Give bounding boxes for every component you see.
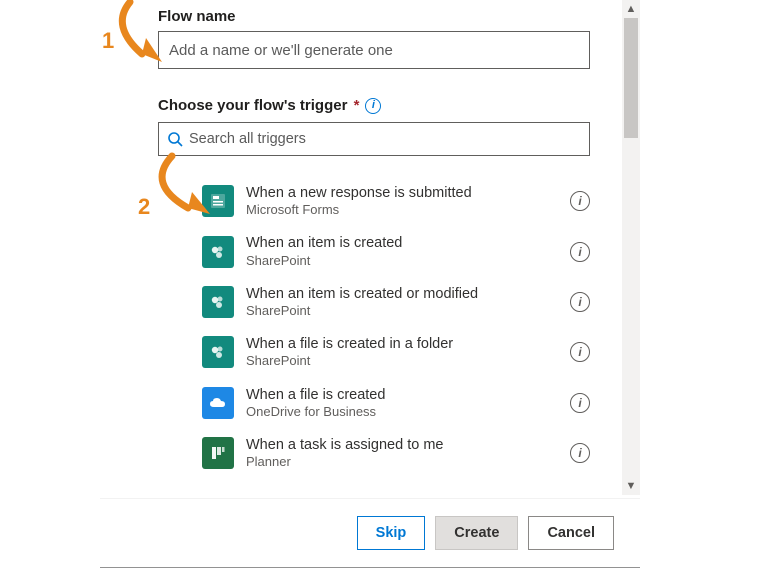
trigger-row-planner[interactable]: When a task is assigned to me Planner i — [202, 428, 590, 478]
required-asterisk: * — [354, 97, 360, 114]
trigger-row-onedrive[interactable]: When a file is created OneDrive for Busi… — [202, 378, 590, 428]
annotation-number-2: 2 — [138, 194, 150, 220]
info-icon[interactable]: i — [570, 242, 590, 262]
trigger-title: When a task is assigned to me — [246, 436, 558, 454]
trigger-title: When an item is created or modified — [246, 285, 558, 303]
planner-icon — [202, 437, 234, 469]
trigger-subtitle: SharePoint — [246, 303, 558, 319]
trigger-section-label: Choose your flow's trigger * — [158, 97, 359, 114]
trigger-row-sharepoint[interactable]: When a file is created in a folder Share… — [202, 327, 590, 377]
info-icon[interactable]: i — [570, 342, 590, 362]
forms-icon — [202, 185, 234, 217]
create-button[interactable]: Create — [435, 516, 518, 550]
trigger-row-sharepoint[interactable]: When an item is created SharePoint i — [202, 226, 590, 276]
scrollbar[interactable]: ▲ ▼ — [622, 0, 640, 495]
flow-name-input[interactable] — [158, 31, 590, 69]
search-box[interactable] — [158, 122, 590, 156]
trigger-title: When a file is created in a folder — [246, 335, 558, 353]
dialog-content: Flow name Choose your flow's trigger * i — [100, 0, 640, 495]
info-icon[interactable]: i — [365, 98, 381, 114]
trigger-title: When an item is created — [246, 234, 558, 252]
onedrive-icon — [202, 387, 234, 419]
cancel-button[interactable]: Cancel — [528, 516, 614, 550]
trigger-subtitle: Microsoft Forms — [246, 202, 558, 218]
trigger-row-sharepoint[interactable]: When an item is created or modified Shar… — [202, 277, 590, 327]
trigger-subtitle: OneDrive for Business — [246, 404, 558, 420]
trigger-subtitle: SharePoint — [246, 353, 558, 369]
sharepoint-icon — [202, 336, 234, 368]
trigger-title: When a new response is submitted — [246, 184, 558, 202]
info-icon[interactable]: i — [570, 191, 590, 211]
trigger-title: When a file is created — [246, 386, 558, 404]
scroll-up-icon[interactable]: ▲ — [622, 0, 640, 18]
search-input[interactable] — [183, 131, 581, 147]
trigger-subtitle: SharePoint — [246, 253, 558, 269]
scroll-down-icon[interactable]: ▼ — [622, 477, 640, 495]
skip-button[interactable]: Skip — [357, 516, 426, 550]
search-icon — [167, 131, 183, 147]
info-icon[interactable]: i — [570, 443, 590, 463]
trigger-row-forms[interactable]: When a new response is submitted Microso… — [202, 176, 590, 226]
trigger-list: When a new response is submitted Microso… — [158, 176, 590, 478]
scroll-thumb[interactable] — [624, 18, 638, 138]
annotation-number-1: 1 — [102, 28, 114, 54]
sharepoint-icon — [202, 286, 234, 318]
trigger-subtitle: Planner — [246, 454, 558, 470]
info-icon[interactable]: i — [570, 292, 590, 312]
sharepoint-icon — [202, 236, 234, 268]
dialog-footer: Skip Create Cancel — [100, 498, 640, 568]
flow-name-label: Flow name — [158, 8, 590, 25]
info-icon[interactable]: i — [570, 393, 590, 413]
